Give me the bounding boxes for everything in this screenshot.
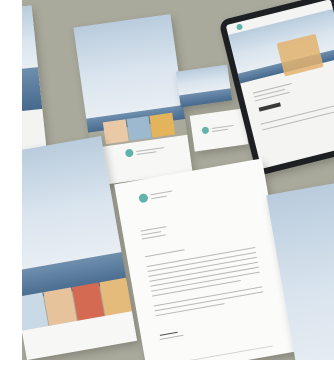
frame-edge [0,0,22,372]
frame-bottom [0,360,334,372]
logo-icon [138,192,149,204]
logo-icon [201,126,210,135]
tablet-device [218,0,334,177]
photo-scene [0,0,334,372]
business-card-front [175,64,233,108]
logo-icon [235,23,244,31]
business-card-back [189,108,249,152]
letterhead-document [114,158,296,372]
signature [159,325,179,336]
